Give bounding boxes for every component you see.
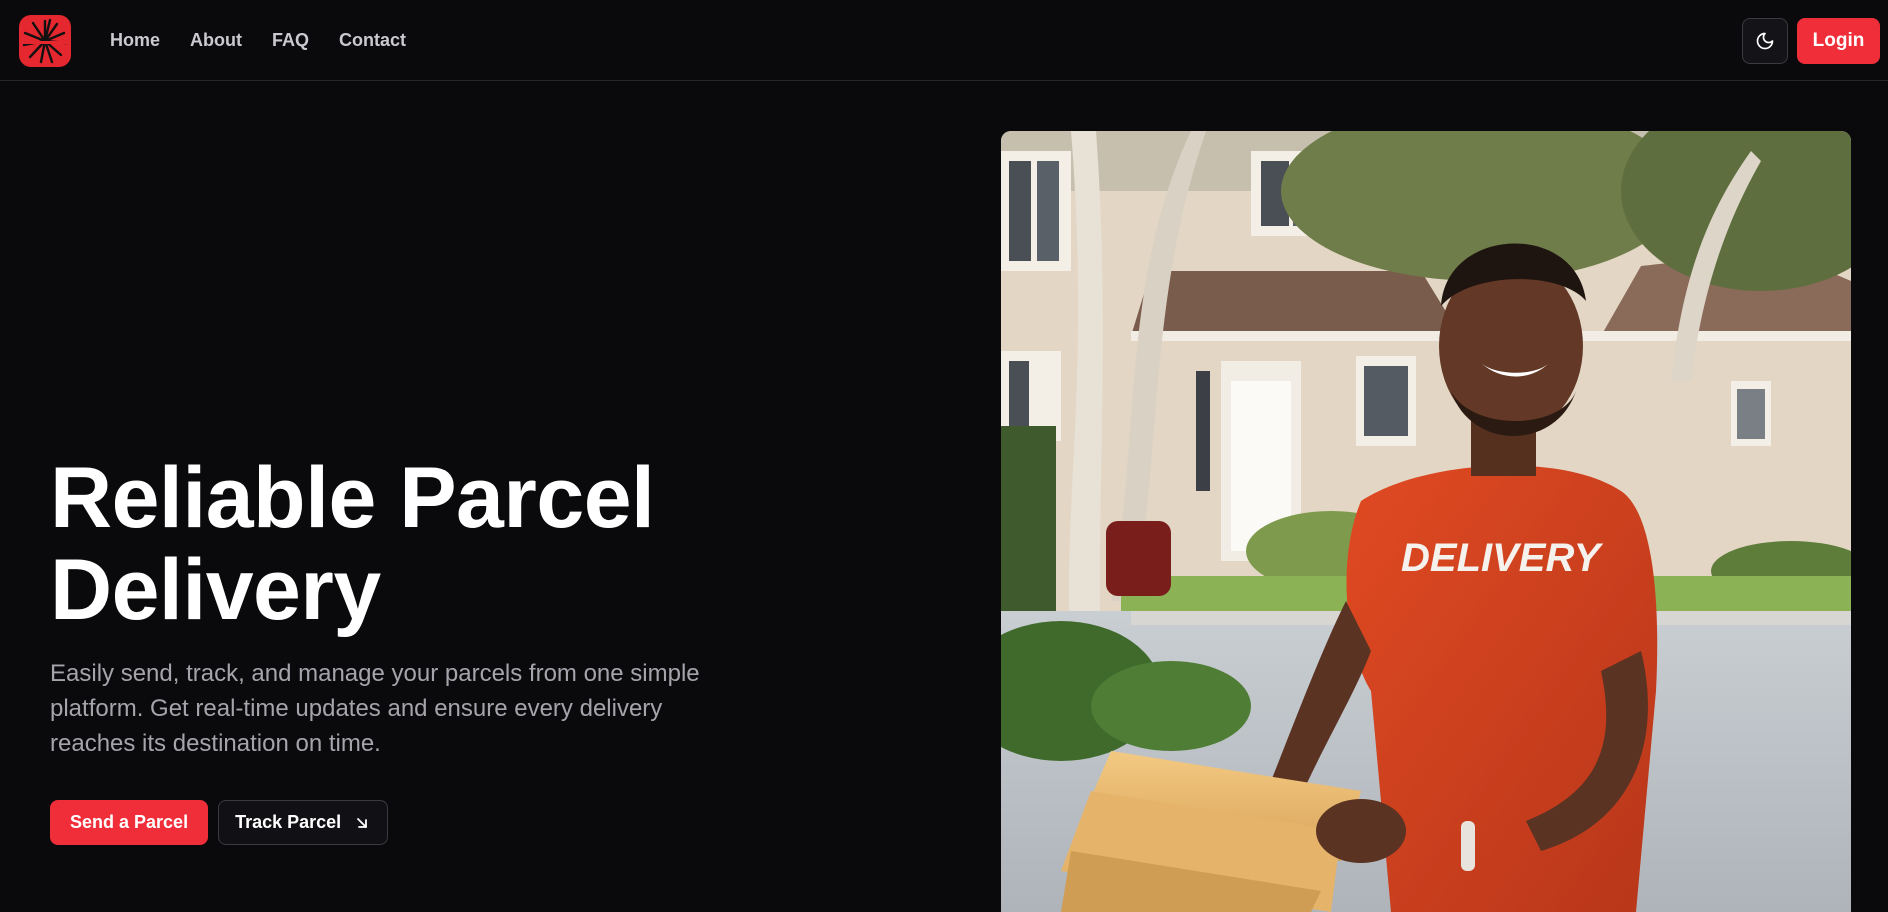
nav-link-home[interactable]: Home [110, 30, 160, 51]
nav-link-faq[interactable]: FAQ [272, 30, 309, 51]
main-nav: Home About FAQ Contact [110, 0, 436, 81]
hero-actions: Send a Parcel Track Parcel [50, 800, 389, 845]
hero-title: Reliable Parcel Delivery [50, 452, 950, 636]
moon-icon [1756, 32, 1774, 50]
hero-title-line-2: Delivery [50, 542, 381, 638]
delivery-person-photo: DELIVERY [1001, 131, 1851, 912]
login-button[interactable]: Login [1797, 18, 1880, 64]
arrow-down-right-icon [357, 817, 368, 828]
hero-title-line-1: Reliable Parcel [50, 450, 655, 546]
starburst-logo-icon[interactable] [19, 15, 71, 67]
navbar: Home About FAQ Contact Login [0, 0, 1888, 81]
nav-link-about[interactable]: About [190, 30, 242, 51]
send-parcel-button[interactable]: Send a Parcel [50, 800, 209, 845]
track-parcel-button[interactable]: Track Parcel [218, 800, 389, 845]
shirt-text: DELIVERY [1401, 536, 1604, 580]
track-parcel-label: Track Parcel [235, 812, 342, 832]
hero-description: Easily send, track, and manage your parc… [50, 660, 700, 757]
theme-toggle-button[interactable] [1742, 18, 1788, 64]
nav-link-contact[interactable]: Contact [339, 30, 406, 51]
